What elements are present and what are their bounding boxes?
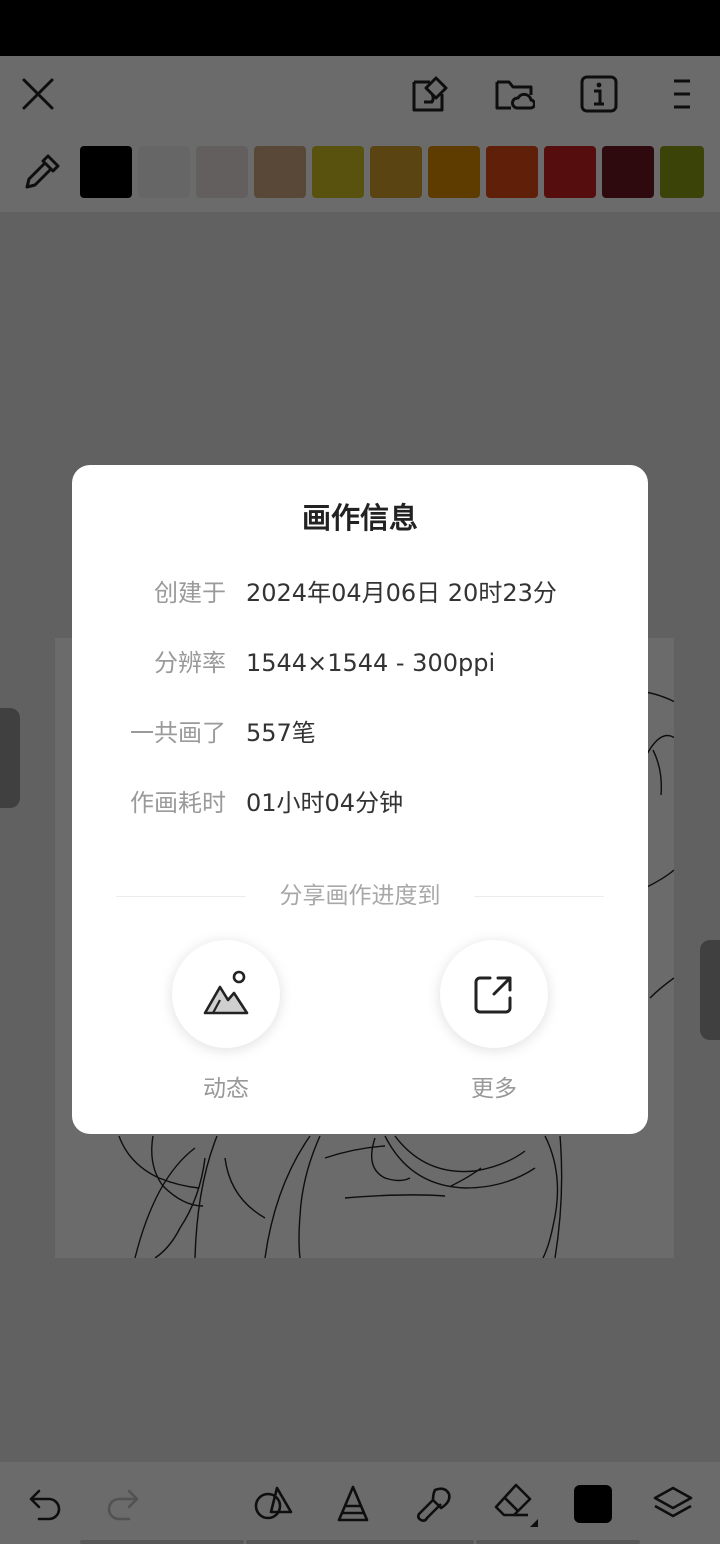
- info-label: 一共画了: [130, 719, 226, 747]
- info-label: 作画耗时: [130, 789, 226, 817]
- info-row-duration: 作画耗时 01小时04分钟: [72, 783, 648, 823]
- share-heading: 分享画作进度到: [279, 883, 441, 909]
- mountain-image-icon: [203, 970, 249, 1015]
- external-share-icon: [474, 976, 512, 1014]
- info-row-strokes: 一共画了 557笔: [72, 713, 648, 753]
- artwork-info-dialog: 画作信息 创建于 2024年04月06日 20时23分 分辨率 1544×154…: [72, 465, 648, 1134]
- info-label: 分辨率: [154, 649, 226, 677]
- share-to-feed-button[interactable]: [172, 940, 280, 1048]
- share-more-button[interactable]: [440, 940, 548, 1048]
- dialog-title: 画作信息: [301, 501, 418, 535]
- status-bar: [0, 0, 720, 56]
- share-target-label: 更多: [471, 1076, 517, 1102]
- info-label: 创建于: [154, 579, 226, 607]
- info-value: 1544×1544 - 300ppi: [246, 649, 496, 677]
- info-value: 01小时04分钟: [246, 789, 404, 817]
- share-divider: 分享画作进度到: [116, 877, 604, 917]
- info-value: 2024年04月06日 20时23分: [246, 579, 557, 607]
- info-row-created: 创建于 2024年04月06日 20时23分: [72, 573, 648, 613]
- info-row-resolution: 分辨率 1544×1544 - 300ppi: [72, 643, 648, 683]
- info-value: 557笔: [246, 719, 316, 747]
- share-target-label: 动态: [203, 1076, 249, 1102]
